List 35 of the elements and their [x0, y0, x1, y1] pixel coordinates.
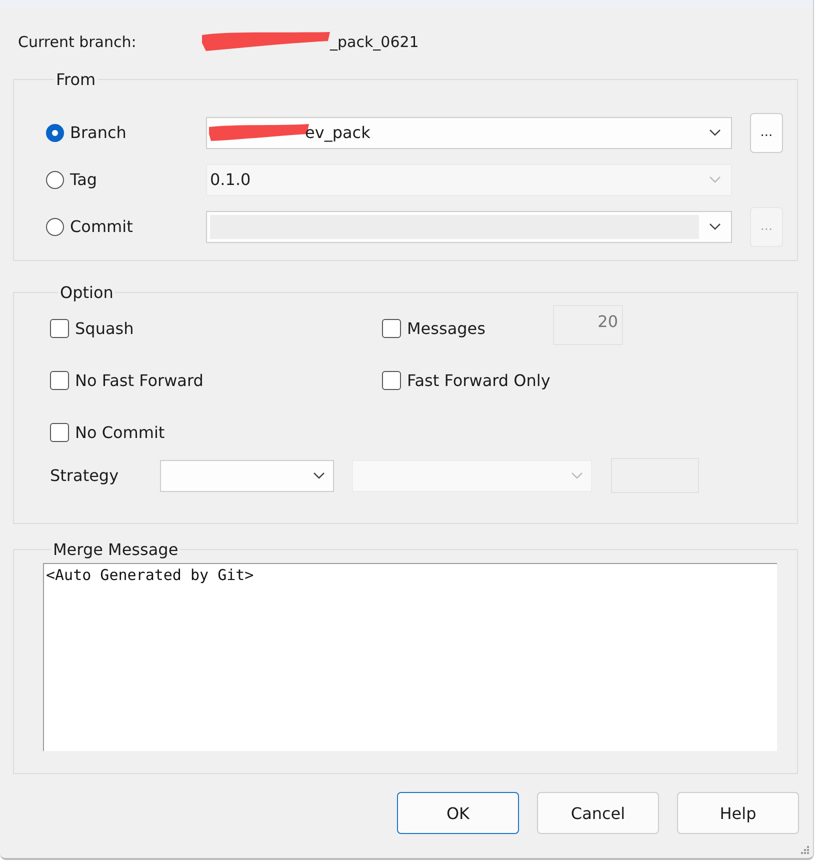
browse-button[interactable]: ... [750, 112, 783, 152]
radio-button[interactable] [46, 124, 64, 142]
chevron-down-icon [571, 472, 583, 480]
chevron-down-icon [313, 472, 325, 480]
group-title: Option [59, 283, 114, 302]
current-branch-label: Current branch: [18, 33, 138, 51]
dropdown-field[interactable]: ev_pack [206, 116, 732, 148]
dialog-button[interactable]: OK [397, 792, 519, 834]
chevron-down-icon [709, 128, 721, 136]
radio-label: Branch [70, 123, 126, 142]
resize-grip-icon [800, 845, 810, 855]
chevron-down-icon [709, 222, 721, 230]
checkbox-label: Fast Forward Only [407, 370, 550, 390]
group-title: From [55, 70, 97, 89]
checkbox[interactable] [50, 318, 69, 338]
strategy-label: Strategy [50, 466, 120, 485]
group-title: Merge Message [52, 540, 180, 559]
message-count-field[interactable]: 20 [553, 305, 623, 345]
checkbox-label: Squash [75, 318, 134, 338]
checkbox[interactable] [50, 422, 69, 442]
checkbox-label: No Commit [75, 422, 165, 442]
radio-button[interactable] [46, 218, 64, 236]
checkbox-label: Messages [407, 318, 486, 338]
dropdown-field[interactable] [206, 210, 732, 242]
dialog-button[interactable]: Cancel [537, 792, 659, 834]
merge-message-field[interactable]: <Auto Generated by Git> [43, 563, 777, 751]
current-branch-name: _pack_0621 [330, 33, 419, 51]
dialog-button[interactable]: Help [677, 792, 799, 834]
radio-label: Tag [70, 170, 98, 189]
radio-label: Commit [70, 217, 133, 236]
checkbox[interactable] [50, 370, 69, 390]
checkbox[interactable] [382, 318, 401, 338]
checkbox-label: No Fast Forward [75, 370, 204, 390]
checkbox[interactable] [382, 370, 401, 390]
chevron-down-icon [709, 176, 721, 184]
